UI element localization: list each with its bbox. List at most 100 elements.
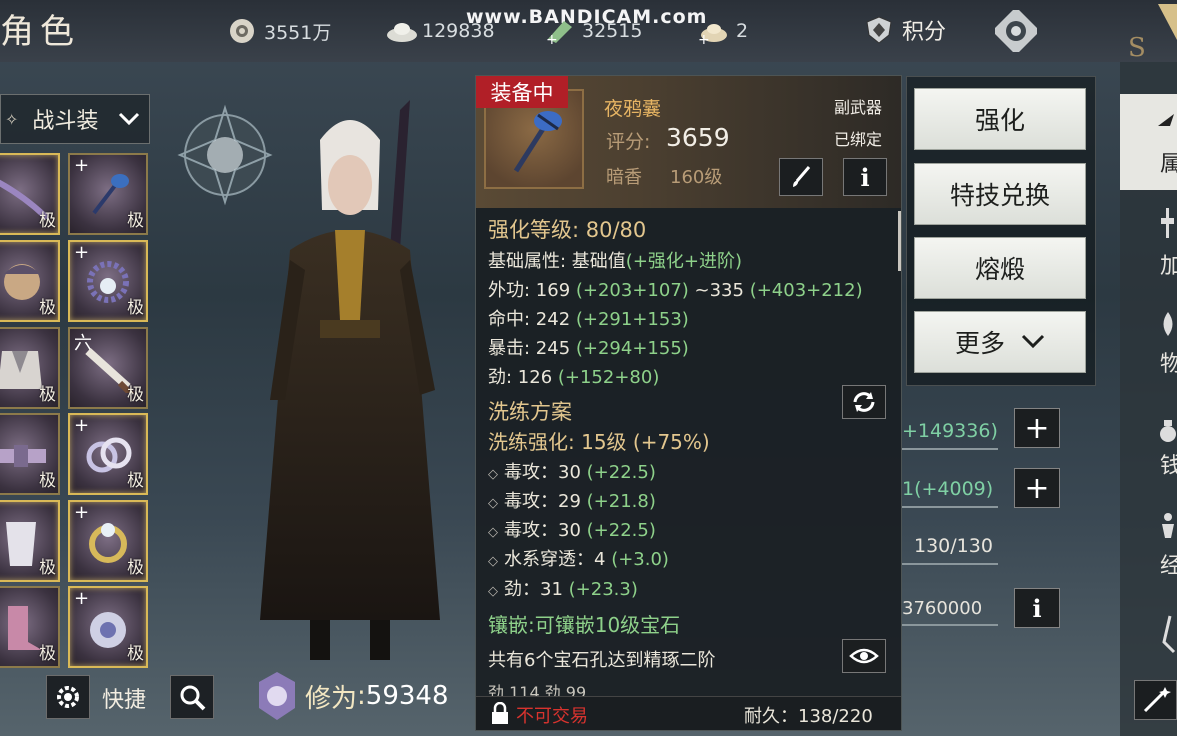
tab-money[interactable]: 钱: [1120, 408, 1177, 504]
resource-coins[interactable]: 3551万: [226, 14, 331, 48]
preview-button[interactable]: [842, 639, 886, 673]
equip-slot[interactable]: 极: [0, 500, 60, 582]
quality-tag: 极: [39, 644, 56, 664]
stat-line: 命中: 242 (+291+153): [488, 305, 689, 331]
diamond-bullet-icon: ◇: [488, 496, 498, 511]
refine-stat: ◇ 毒攻：30 (+22.5): [488, 458, 656, 484]
quality-tag: 极: [39, 211, 56, 231]
resource-gold[interactable]: + 2: [698, 14, 748, 48]
enhance-level: 强化等级: 80/80: [488, 218, 647, 242]
refresh-button[interactable]: [842, 385, 886, 419]
equip-slot[interactable]: 极: [0, 586, 60, 668]
equip-slot[interactable]: + 极: [68, 240, 148, 322]
quality-tag: 极: [39, 298, 56, 318]
sparkle-icon: ✧: [5, 109, 19, 129]
chevron-down-icon: [119, 112, 140, 126]
refine-stat: ◇ 水系穿透：4 (+3.0): [488, 545, 669, 571]
coin-icon: [226, 17, 258, 45]
magic-wand-button[interactable]: [1134, 680, 1177, 720]
item-info-button[interactable]: i: [843, 158, 887, 196]
refine-bonus: (+21.8): [586, 491, 656, 512]
resource-coins-value: 3551万: [264, 21, 332, 44]
quality-tag: 极: [127, 211, 144, 231]
tab-money-label: 钱: [1160, 454, 1177, 479]
diamond-bullet-icon: ◇: [488, 525, 498, 540]
flame-icon: [1163, 312, 1173, 336]
stat-line: 劲: 126 (+152+80): [488, 363, 659, 389]
outfit-dropdown[interactable]: ✧ 战斗装: [0, 94, 150, 144]
dye-button[interactable]: [779, 158, 823, 196]
quality-tag: 极: [127, 558, 144, 578]
diamond-bullet-icon: ◇: [488, 467, 498, 482]
quick-label[interactable]: 快捷: [102, 682, 146, 714]
diamond-bullet-icon: ◇: [488, 554, 498, 569]
equip-slot[interactable]: + 极: [68, 153, 148, 235]
outfit-dropdown-label: 战斗装: [32, 109, 99, 134]
bg-stat-2-bar: [902, 506, 998, 508]
add-stat-button[interactable]: +: [1014, 468, 1060, 508]
base-attr-bonus: (+强化+进阶): [625, 251, 743, 272]
item-type: 副武器: [834, 98, 883, 117]
inspect-button[interactable]: [170, 675, 214, 719]
bg-stat-2: 1(+4009): [902, 478, 994, 500]
equip-slot[interactable]: 极: [0, 240, 60, 322]
equip-slot[interactable]: + 极: [68, 500, 148, 582]
equip-slot[interactable]: 极: [0, 153, 60, 235]
equip-slot[interactable]: 极: [0, 327, 60, 409]
equip-slot[interactable]: 六 极: [68, 327, 148, 409]
settings-button[interactable]: [46, 675, 90, 719]
equip-slot[interactable]: 极: [0, 413, 60, 495]
tooltip-scrollbar[interactable]: [898, 211, 901, 271]
tab-attributes-label: 属: [1160, 152, 1177, 177]
smelt-button[interactable]: 熔煅: [914, 237, 1086, 299]
stat-value: 外功: 169: [488, 280, 576, 301]
equipped-badge: 装备中: [476, 76, 568, 108]
quality-tag: 极: [127, 385, 144, 405]
tab-items-label: 物: [1160, 352, 1177, 377]
stat-value: 暴击: 245: [488, 338, 576, 359]
item-faction: 暗香: [606, 167, 642, 188]
refine-bonus: (+22.5): [586, 462, 656, 483]
svg-text:S: S: [1128, 33, 1146, 62]
refine-stat: ◇ 毒攻：30 (+22.5): [488, 516, 656, 542]
tab-add-label: 加: [1160, 254, 1177, 279]
tab-add[interactable]: 加: [1120, 200, 1177, 296]
resource-jade-value: 32515: [582, 20, 643, 42]
quality-tag: 极: [39, 558, 56, 578]
tab-experience[interactable]: 经: [1120, 508, 1177, 604]
figure-icon: [1162, 513, 1174, 538]
jade-plus-icon: +: [544, 17, 576, 48]
equip-slot[interactable]: + 极: [68, 413, 148, 495]
gold-ingot-icon: +: [698, 17, 730, 48]
item-tooltip: 装备中 夜鸦囊 评分: 3659 暗香 160级 副武器 已绑定 i 强化等级:…: [475, 75, 902, 731]
base-attribute-line: 基础属性: 基础值(+强化+进阶): [488, 247, 742, 273]
stat-bonus: (+294+155): [575, 338, 689, 359]
item-name: 夜鸦囊: [604, 98, 662, 120]
money-bag-icon: [1160, 420, 1176, 442]
tab-items[interactable]: 物: [1120, 300, 1177, 396]
stat-bonus: (+152+80): [557, 367, 660, 388]
refine-stat: ◇ 劲：31 (+23.3): [488, 575, 638, 601]
character-model[interactable]: [250, 100, 470, 680]
refine-stat: ◇ 毒攻：29 (+21.8): [488, 487, 656, 513]
settings-gear-icon[interactable]: [991, 6, 1041, 56]
stat-line: 暴击: 245 (+294+155): [488, 334, 689, 360]
equip-slot[interactable]: + 极: [68, 586, 148, 668]
tab-attributes[interactable]: 属: [1120, 94, 1177, 190]
more-button[interactable]: 更多: [914, 311, 1086, 373]
stat-value: 命中: 242: [488, 309, 576, 330]
refine-value: 劲：31: [504, 579, 569, 600]
resource-jade[interactable]: + 32515: [544, 14, 642, 48]
quality-tag: 极: [127, 298, 144, 318]
add-stat-button[interactable]: +: [1014, 408, 1060, 448]
bg-stat-1-bar: [902, 448, 998, 450]
silver-ingot-icon: [384, 17, 417, 45]
info-button[interactable]: i: [1014, 588, 1060, 628]
bg-stat-3-bar: [902, 563, 998, 565]
skill-exchange-button[interactable]: 特技兑换: [914, 163, 1086, 225]
slider-icon: [1161, 208, 1174, 238]
gear-icon: [57, 686, 79, 708]
quality-tag: 极: [127, 644, 144, 664]
points-button[interactable]: 积分: [864, 14, 946, 46]
enhance-button[interactable]: 强化: [914, 88, 1086, 150]
